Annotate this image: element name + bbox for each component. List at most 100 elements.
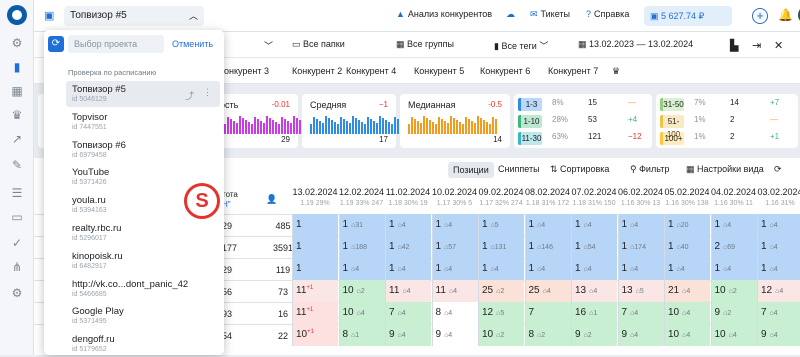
date-column-header[interactable]: 08.02.2024 — [525, 187, 571, 197]
project-list-item[interactable]: Google Play id 5371495 — [66, 303, 220, 329]
balance-badge[interactable]: ▣ 5 627.74 ₽ — [644, 6, 732, 26]
position-cell[interactable]: 1 ⌂42 — [385, 236, 431, 258]
position-cell[interactable]: 25 ⌂2 — [478, 280, 524, 302]
cancel-button[interactable]: Отменить — [172, 39, 213, 49]
external-link-icon[interactable]: ⤴ — [185, 89, 194, 102]
position-cell[interactable]: 1 ⌂4 — [385, 214, 431, 236]
analyze-competitors-link[interactable]: ▲ Анализ конкурентов — [396, 9, 492, 19]
position-cell[interactable]: 9 ⌂4 — [757, 324, 800, 346]
position-cell[interactable]: 1 — [292, 258, 338, 280]
position-cell[interactable]: 1 — [292, 214, 338, 236]
chart-icon[interactable]: ▙ — [730, 39, 738, 52]
help-link[interactable]: ? Справка — [586, 9, 629, 19]
position-cell[interactable]: 9 ⌂2 — [571, 324, 617, 346]
position-cell[interactable]: 1 ⌂146 — [524, 236, 571, 258]
inbox-icon[interactable]: ▭ — [9, 210, 25, 224]
view-settings-button[interactable]: ▦ Настройки вида — [686, 164, 764, 175]
position-cell[interactable]: 10 ⌂4 — [338, 302, 385, 324]
project-search-input[interactable]: Выбор проекта — [68, 35, 164, 53]
date-column-header[interactable]: 05.02.2024 — [664, 187, 710, 197]
project-list-item[interactable]: Топвизор #5 id 5046129 ⤴ ⋮ — [66, 81, 220, 107]
position-cell[interactable]: 1 ⌂4 — [617, 258, 664, 280]
position-cell[interactable]: 9 ⌂4 — [617, 324, 664, 346]
position-cell[interactable]: 1 ⌂4 — [664, 258, 710, 280]
chevron-down-icon[interactable]: ﹀ — [264, 39, 273, 52]
competitor-tab[interactable]: Конкурент 7 — [548, 66, 598, 76]
project-list-item[interactable]: http://vk.co...dont_panic_42 id 5466685 — [66, 276, 220, 302]
position-cell[interactable]: 16 ⌂1 — [571, 302, 617, 324]
position-cell[interactable]: 1 ⌂31 — [338, 214, 385, 236]
position-cell[interactable]: 1 ⌂5 — [478, 214, 524, 236]
position-cell[interactable]: 10 ⌂4 — [710, 324, 757, 346]
position-cell[interactable]: 1 ⌂4 — [710, 214, 757, 236]
date-column-header[interactable]: 13.02.2024 — [292, 187, 338, 197]
position-cell[interactable]: 7 ⌂4 — [757, 302, 800, 324]
date-column-header[interactable]: 10.02.2024 — [432, 187, 478, 197]
position-cell[interactable]: 7 — [524, 302, 571, 324]
project-list-item[interactable]: dengoff.ru id 5179652 — [66, 331, 220, 357]
position-cell[interactable]: 1 ⌂4 — [617, 214, 664, 236]
date-range[interactable]: ▦ 13.02.2023 — 13.02.2024 — [578, 39, 693, 50]
date-column-header[interactable]: 09.02.2024 — [478, 187, 524, 197]
date-column-header[interactable]: 11.02.2024 — [385, 187, 431, 197]
position-cell[interactable]: 10 ⌂2 — [338, 280, 385, 302]
position-cell[interactable]: 11 ⌂4 — [385, 280, 431, 302]
positions-icon[interactable]: ▮ — [9, 60, 25, 74]
position-cell[interactable]: 1 ⌂4 — [571, 214, 617, 236]
settings-icon[interactable]: ⚙ — [9, 286, 25, 300]
structure-icon[interactable]: ⋔ — [9, 260, 25, 274]
tickets-link[interactable]: ✉ Тикеты — [530, 9, 570, 20]
position-cell[interactable]: 1 ⌂4 — [431, 214, 478, 236]
date-column-header[interactable]: 07.02.2024 — [571, 187, 617, 197]
project-selector[interactable]: Топвизор #5 ︿ — [64, 6, 204, 26]
position-cell[interactable]: 10 ⌂2 — [710, 280, 757, 302]
position-cell[interactable]: 1 ⌂4 — [524, 214, 571, 236]
position-cell[interactable]: 11+1 — [292, 302, 338, 324]
position-cell[interactable]: 1 ⌂4 — [385, 258, 431, 280]
position-cell[interactable]: 8 ⌂4 — [431, 302, 478, 324]
position-cell[interactable]: 1 ⌂4 — [757, 258, 800, 280]
app-logo[interactable] — [7, 5, 27, 25]
analytics-icon[interactable]: ↗ — [9, 132, 25, 146]
position-cell[interactable]: 1 — [292, 236, 338, 258]
more-icon[interactable]: ⋮ — [203, 87, 212, 98]
project-list-item[interactable]: realty.rbc.ru id 5296017 — [66, 220, 220, 246]
position-cell[interactable]: 9 ⌂2 — [710, 302, 757, 324]
position-cell[interactable]: 1 ⌂131 — [478, 236, 524, 258]
tags-filter[interactable]: ▮ Все теги ﹀ — [494, 39, 548, 52]
position-cell[interactable]: 1 ⌂40 — [664, 236, 710, 258]
trophy-icon[interactable]: ♛ — [612, 66, 620, 77]
position-cell[interactable]: 1 ⌂4 — [710, 258, 757, 280]
position-cell[interactable]: 10+1 — [292, 324, 338, 346]
groups-filter[interactable]: ▦ Все группы — [396, 39, 454, 50]
project-list-item[interactable]: Topvisor id 7447551 — [66, 109, 220, 135]
position-cell[interactable]: 1 ⌂54 — [571, 236, 617, 258]
cloud-icon[interactable]: ☁ — [506, 9, 518, 20]
position-cell[interactable]: 1 ⌂188 — [338, 236, 385, 258]
projects-icon[interactable]: ⚙ — [9, 36, 25, 50]
sync-icon[interactable]: ⟳ — [774, 164, 782, 175]
list-icon[interactable]: ☰ — [9, 186, 25, 200]
audit-icon[interactable]: ✓ — [9, 236, 25, 250]
position-cell[interactable]: 7 ⌂4 — [385, 302, 431, 324]
export-icon[interactable]: ⇥ — [752, 39, 761, 52]
position-cell[interactable]: 1 ⌂4 — [478, 258, 524, 280]
position-cell[interactable]: 13 ⌂4 — [571, 280, 617, 302]
date-column-header[interactable]: 06.02.2024 — [618, 187, 664, 197]
date-column-header[interactable]: 03.02.2024 — [757, 187, 800, 197]
tools-icon[interactable]: ✕ — [774, 39, 783, 52]
position-cell[interactable]: 1 ⌂4 — [571, 258, 617, 280]
filter-button[interactable]: ⚲ Фильтр — [630, 164, 669, 175]
tools-icon[interactable]: ✎ — [9, 158, 25, 172]
competitor-tab[interactable]: онкурент 3 — [224, 66, 269, 76]
position-cell[interactable]: 9 ⌂4 — [431, 324, 478, 346]
trophy-icon[interactable]: ♛ — [9, 108, 25, 122]
folders-filter[interactable]: ▭ Все папки — [292, 39, 345, 50]
tab-positions[interactable]: Позиции — [448, 162, 494, 178]
position-cell[interactable]: 21 ⌂4 — [664, 280, 710, 302]
apps-icon[interactable]: ▦ — [9, 84, 25, 98]
bell-icon[interactable]: 🔔 — [778, 8, 793, 22]
sort-button[interactable]: ⇅ Сортировка — [550, 164, 609, 175]
project-list-item[interactable]: kinopoisk.ru id 6482917 — [66, 248, 220, 274]
position-cell[interactable]: 12 ⌂5 — [478, 302, 524, 324]
